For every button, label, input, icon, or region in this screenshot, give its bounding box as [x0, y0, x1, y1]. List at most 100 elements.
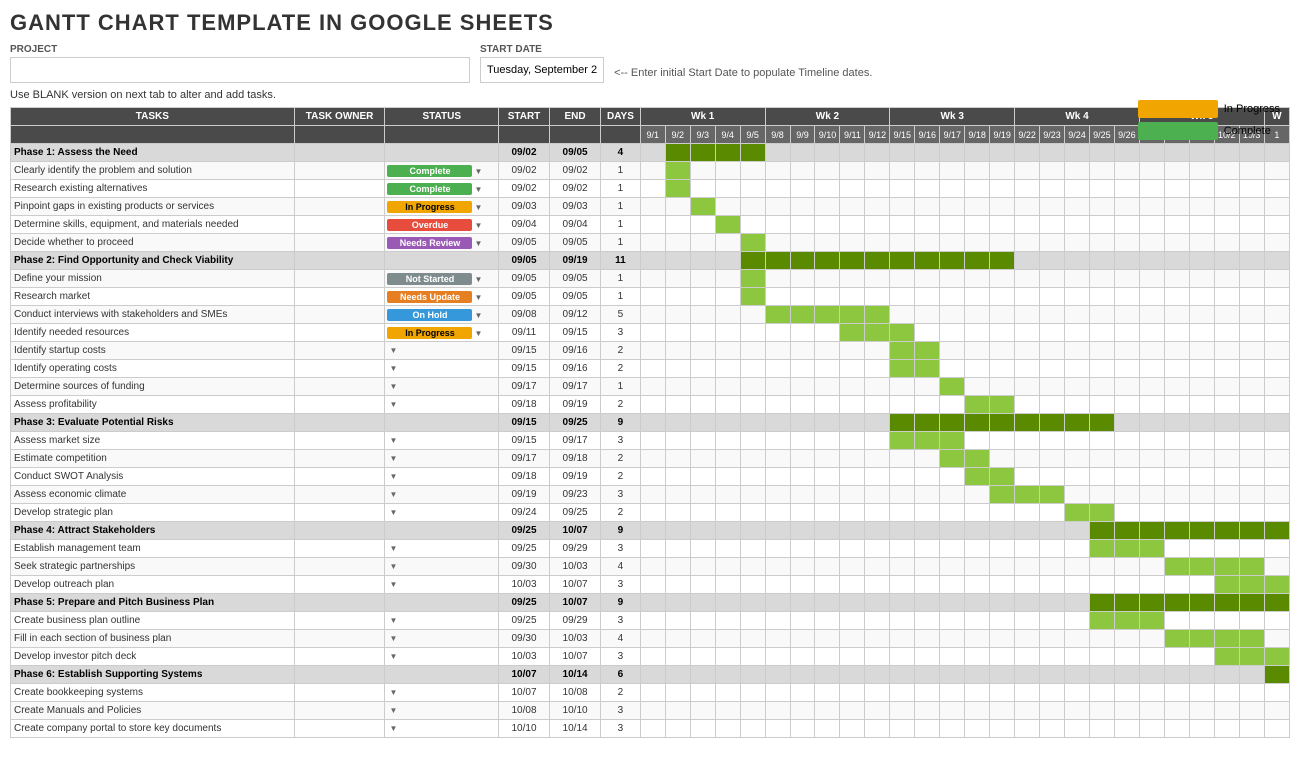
gantt-day-cell — [940, 558, 965, 576]
status-cell[interactable]: ▼ — [385, 720, 498, 738]
status-cell[interactable]: ▼ — [385, 504, 498, 522]
status-cell[interactable]: ▼ — [385, 360, 498, 378]
status-dropdown-arrow[interactable]: ▼ — [389, 382, 397, 391]
project-input[interactable] — [10, 57, 470, 83]
gantt-day-cell — [740, 162, 765, 180]
status-cell[interactable]: ▼ — [385, 450, 498, 468]
status-cell[interactable]: Complete▼ — [385, 162, 498, 180]
status-cell[interactable]: ▼ — [385, 486, 498, 504]
status-cell[interactable]: In Progress▼ — [385, 198, 498, 216]
status-cell[interactable] — [385, 594, 498, 612]
status-dropdown-arrow[interactable]: ▼ — [389, 346, 397, 355]
day-9-26: 9/26 — [1114, 126, 1139, 144]
gantt-day-cell — [1164, 144, 1189, 162]
status-dropdown-arrow[interactable]: ▼ — [474, 185, 482, 194]
gantt-day-cell — [1015, 414, 1040, 432]
status-dropdown-arrow[interactable]: ▼ — [474, 239, 482, 248]
gantt-day-cell — [640, 720, 665, 738]
status-cell[interactable] — [385, 522, 498, 540]
status-dropdown-arrow[interactable]: ▼ — [389, 634, 397, 643]
gantt-day-cell — [765, 648, 790, 666]
status-dropdown-arrow[interactable]: ▼ — [389, 472, 397, 481]
gantt-day-cell — [840, 612, 865, 630]
gantt-day-cell — [865, 216, 890, 234]
status-dropdown-arrow[interactable]: ▼ — [389, 364, 397, 373]
gantt-day-cell — [1040, 522, 1065, 540]
status-dropdown-arrow[interactable]: ▼ — [474, 293, 482, 302]
status-cell[interactable]: ▼ — [385, 702, 498, 720]
gantt-day-cell — [1264, 504, 1289, 522]
gantt-day-cell — [1139, 522, 1164, 540]
status-cell[interactable]: ▼ — [385, 630, 498, 648]
status-cell[interactable]: ▼ — [385, 558, 498, 576]
status-cell[interactable]: ▼ — [385, 648, 498, 666]
status-cell[interactable]: ▼ — [385, 576, 498, 594]
status-dropdown-arrow[interactable]: ▼ — [474, 329, 482, 338]
status-cell[interactable] — [385, 666, 498, 684]
gantt-day-cell — [1089, 144, 1114, 162]
gantt-day-cell — [1214, 432, 1239, 450]
gantt-day-cell — [865, 468, 890, 486]
status-cell[interactable]: ▼ — [385, 468, 498, 486]
status-dropdown-arrow[interactable]: ▼ — [389, 508, 397, 517]
task-name-cell: Establish management team — [11, 540, 295, 558]
status-cell[interactable] — [385, 414, 498, 432]
status-dropdown-arrow[interactable]: ▼ — [389, 616, 397, 625]
gantt-day-cell — [1065, 468, 1090, 486]
status-cell[interactable]: Needs Review▼ — [385, 234, 498, 252]
gantt-day-cell — [890, 396, 915, 414]
status-dropdown-arrow[interactable]: ▼ — [474, 221, 482, 230]
day-9-10: 9/10 — [815, 126, 840, 144]
status-dropdown-arrow[interactable]: ▼ — [474, 311, 482, 320]
status-dropdown-arrow[interactable]: ▼ — [389, 562, 397, 571]
status-cell[interactable]: ▼ — [385, 540, 498, 558]
status-dropdown-arrow[interactable]: ▼ — [389, 688, 397, 697]
status-cell[interactable]: ▼ — [385, 684, 498, 702]
status-cell[interactable]: Needs Update▼ — [385, 288, 498, 306]
start-date-value[interactable]: Tuesday, September 2 — [480, 57, 604, 83]
owner-cell — [294, 162, 385, 180]
owner-cell — [294, 594, 385, 612]
status-dropdown-arrow[interactable]: ▼ — [389, 436, 397, 445]
status-dropdown-arrow[interactable]: ▼ — [389, 706, 397, 715]
gantt-day-cell — [1139, 594, 1164, 612]
status-cell[interactable]: Complete▼ — [385, 180, 498, 198]
gantt-day-cell — [740, 414, 765, 432]
status-cell[interactable]: ▼ — [385, 396, 498, 414]
gantt-day-cell — [1239, 558, 1264, 576]
status-dropdown-arrow[interactable]: ▼ — [474, 167, 482, 176]
gantt-day-cell — [640, 324, 665, 342]
status-dropdown-arrow[interactable]: ▼ — [389, 490, 397, 499]
status-cell[interactable]: Overdue▼ — [385, 216, 498, 234]
status-dropdown-arrow[interactable]: ▼ — [389, 724, 397, 733]
status-cell[interactable]: In Progress▼ — [385, 324, 498, 342]
status-cell[interactable]: ▼ — [385, 378, 498, 396]
gantt-day-cell — [1214, 234, 1239, 252]
gantt-day-cell — [690, 504, 715, 522]
gantt-day-cell — [1164, 288, 1189, 306]
gantt-day-cell — [765, 288, 790, 306]
status-cell[interactable]: On Hold▼ — [385, 306, 498, 324]
gantt-day-cell — [890, 216, 915, 234]
gantt-day-cell — [815, 396, 840, 414]
gantt-day-cell — [1264, 684, 1289, 702]
status-cell[interactable] — [385, 252, 498, 270]
status-cell[interactable]: ▼ — [385, 342, 498, 360]
status-cell[interactable]: ▼ — [385, 432, 498, 450]
status-dropdown-arrow[interactable]: ▼ — [389, 400, 397, 409]
status-cell[interactable] — [385, 144, 498, 162]
status-cell[interactable]: Not Started▼ — [385, 270, 498, 288]
gantt-day-cell — [1114, 468, 1139, 486]
gantt-day-cell — [840, 360, 865, 378]
status-dropdown-arrow[interactable]: ▼ — [389, 652, 397, 661]
status-dropdown-arrow[interactable]: ▼ — [389, 580, 397, 589]
status-dropdown-arrow[interactable]: ▼ — [389, 454, 397, 463]
status-dropdown-arrow[interactable]: ▼ — [389, 544, 397, 553]
status-cell[interactable]: ▼ — [385, 612, 498, 630]
gantt-day-cell — [1264, 216, 1289, 234]
status-dropdown-arrow[interactable]: ▼ — [474, 275, 482, 284]
gantt-day-cell — [740, 342, 765, 360]
status-dropdown-arrow[interactable]: ▼ — [474, 203, 482, 212]
gantt-day-cell — [815, 198, 840, 216]
days-cell: 5 — [601, 306, 641, 324]
